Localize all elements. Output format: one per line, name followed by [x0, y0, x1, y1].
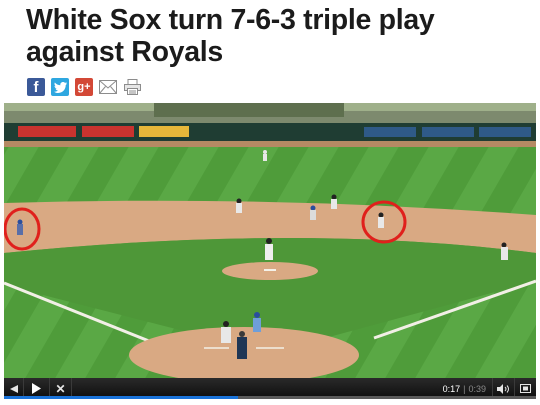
wall-sign [18, 126, 76, 137]
rewind-icon [9, 384, 18, 393]
player-figure [310, 205, 316, 220]
wall-sign [139, 126, 189, 137]
player-figure [17, 219, 23, 235]
time-separator: | [463, 383, 466, 394]
fullscreen-icon [520, 384, 531, 393]
video-player[interactable]: ✕ 0:17 | 0:39 [4, 103, 536, 399]
current-time: 0:17 [442, 383, 461, 394]
printer-icon [123, 79, 141, 95]
wall-sign [422, 127, 474, 137]
progress-bar[interactable] [4, 396, 536, 399]
play-icon [32, 383, 41, 394]
twitter-icon [53, 81, 67, 93]
wall-sign [82, 126, 134, 137]
player-figure [253, 312, 261, 332]
volume-icon [497, 383, 509, 394]
wall-sign [479, 127, 531, 137]
close-icon: ✕ [55, 381, 66, 396]
video-frame[interactable] [4, 103, 536, 378]
mail-icon [99, 80, 117, 94]
article-headline: White Sox turn 7-6-3 triple play against… [26, 4, 435, 68]
print-button[interactable] [123, 78, 141, 96]
player-figure [378, 212, 384, 228]
player-figure [331, 194, 337, 209]
twitter-share-button[interactable] [51, 78, 69, 96]
google-plus-share-button[interactable]: g+ [75, 78, 93, 96]
player-figure [236, 198, 242, 213]
progress-fill [4, 396, 239, 399]
facebook-icon: f [33, 78, 39, 96]
google-plus-icon: g+ [77, 81, 91, 93]
share-bar: f g+ [27, 78, 141, 96]
player-figure [263, 150, 267, 161]
wall-sign [364, 127, 416, 137]
duration: 0:39 [468, 383, 486, 394]
player-figure [265, 238, 273, 260]
email-share-button[interactable] [99, 78, 117, 96]
facebook-share-button[interactable]: f [27, 78, 45, 96]
